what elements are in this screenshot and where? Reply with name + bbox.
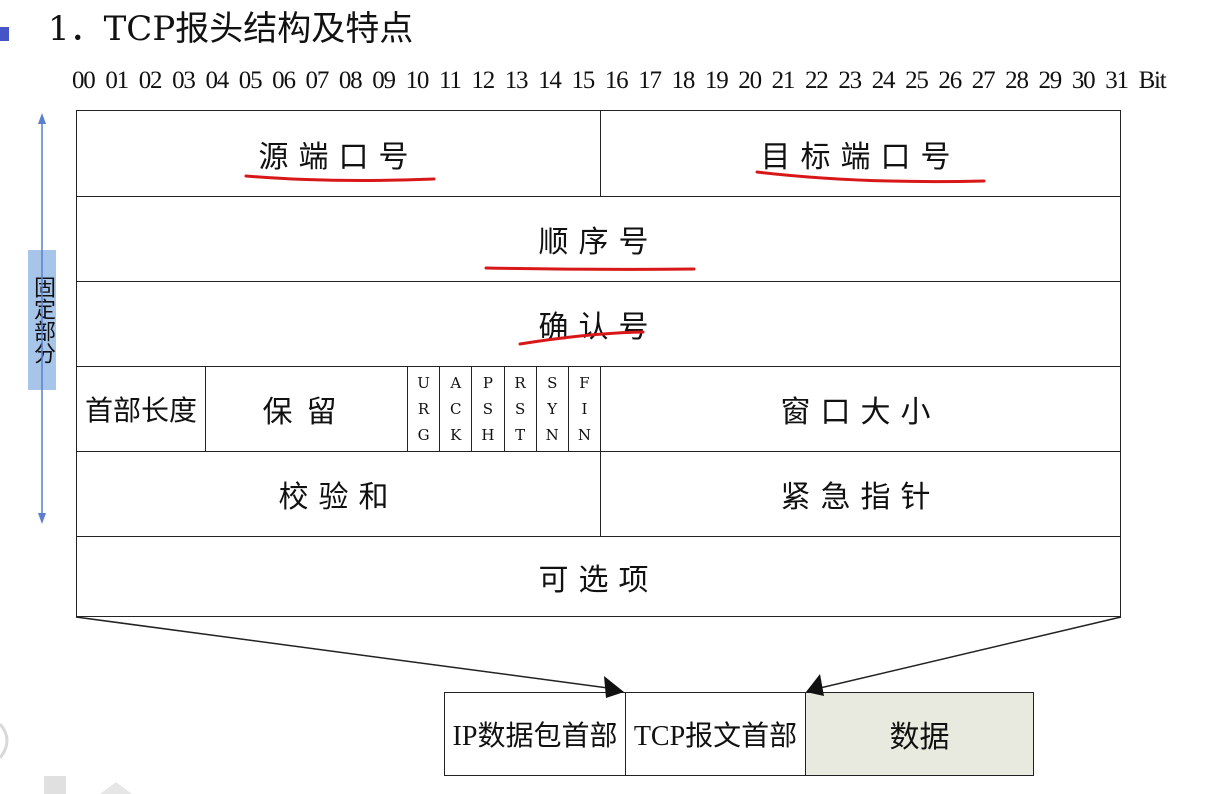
- fixed-part-label: 固定部分: [28, 250, 56, 390]
- bit-number: 22: [804, 67, 829, 94]
- flag-letter: N: [577, 426, 591, 444]
- options-field: 可选项: [538, 562, 659, 598]
- funnel-line-right: [819, 616, 1122, 689]
- bit-number: 23: [838, 67, 862, 94]
- flag-letter: S: [547, 374, 558, 392]
- flag-letter: C: [449, 400, 462, 418]
- flag-letter: G: [417, 426, 430, 444]
- bit-number: 21: [771, 67, 796, 94]
- fixed-part-arrow-up-icon: [38, 113, 46, 124]
- ip-header-cell: IP数据包首部: [452, 721, 618, 752]
- row-sequence: 顺序号: [77, 196, 1120, 281]
- bit-number: 10: [405, 67, 430, 94]
- flag-letter: T: [515, 426, 526, 444]
- flag-letter: A: [450, 374, 462, 392]
- funnel-line-left: [75, 616, 609, 689]
- bit-number: 17: [638, 67, 662, 94]
- checksum-field: 校验和: [278, 480, 399, 515]
- bit-number: 31: [1105, 67, 1129, 94]
- flag-letter: H: [481, 426, 495, 444]
- scroll-up-icon: [100, 782, 132, 794]
- flag-letter: K: [450, 426, 462, 444]
- bit-number: 26: [938, 67, 962, 94]
- bit-unit-label: Bit: [1138, 67, 1167, 94]
- bit-number: 28: [1005, 67, 1029, 94]
- flags-group: URGACKPSHRSTSYNFIN: [407, 367, 600, 451]
- source-port-field: 源端口号: [258, 139, 419, 175]
- header-length-field: 首部长度: [84, 394, 197, 427]
- dest-port-field: 目标端口号: [600, 111, 1120, 196]
- flag-letter: N: [545, 426, 559, 444]
- bit-number: 29: [1038, 67, 1063, 94]
- flag-urg: URG: [407, 367, 439, 451]
- fixed-part-arrow-down-icon: [38, 513, 46, 524]
- bit-number: 12: [471, 67, 495, 94]
- urgent-pointer-field: 紧急指针: [600, 452, 1120, 536]
- bit-number: 07: [305, 67, 330, 94]
- bullet-marker: [0, 27, 9, 41]
- data-cell: 数据: [805, 693, 1033, 775]
- flag-letter: S: [482, 400, 494, 418]
- flag-letter: I: [581, 400, 588, 418]
- bit-number: 30: [1071, 67, 1096, 94]
- tcp-header-cell: TCP报文首部: [625, 693, 805, 775]
- bit-number: 19: [704, 67, 729, 94]
- flag-letter: U: [417, 374, 430, 392]
- flag-psh: PSH: [471, 367, 503, 451]
- bit-number: 09: [372, 67, 396, 94]
- scroll-arc-icon: [0, 723, 9, 759]
- flag-letter: R: [417, 400, 430, 418]
- bit-number: 03: [172, 67, 196, 94]
- ack-number-field: 确认号: [538, 310, 659, 345]
- bit-number: 18: [671, 67, 696, 94]
- scroll-block-icon: [44, 776, 66, 794]
- flag-fin: FIN: [567, 367, 600, 451]
- bit-number: 20: [738, 67, 762, 94]
- bit-number: 13: [504, 67, 529, 94]
- sequence-number-field: 顺序号: [538, 225, 659, 260]
- bit-number: 06: [272, 67, 296, 94]
- window-size-field: 窗口大小: [600, 367, 1120, 451]
- bit-number: 01: [105, 67, 129, 94]
- row-checksum: 校验和 紧急指针: [77, 451, 1120, 536]
- bit-number: 24: [871, 67, 896, 94]
- tcp-header-table: 源端口号 目标端口号 顺序号 确认号 首部长度 保留 URGACKPSHRSTS…: [76, 110, 1121, 617]
- flag-letter: S: [514, 400, 526, 418]
- bit-ruler: 00 01 02 03 04 05 06 07 08 09 10 11 12 13 14 15 16 17 18 19…: [72, 64, 1167, 98]
- flag-syn: SYN: [535, 367, 568, 451]
- bit-number: 11: [438, 67, 462, 94]
- flag-rst: RST: [503, 367, 536, 451]
- flag-ack: ACK: [439, 367, 471, 451]
- flag-letter: R: [514, 374, 526, 392]
- bit-number: 08: [338, 67, 363, 94]
- flag-letter: F: [579, 374, 590, 392]
- page-title: 1．TCP报头结构及特点: [48, 9, 414, 49]
- bit-number: 05: [238, 67, 263, 94]
- bit-number: 04: [205, 67, 229, 94]
- row-control: 首部长度 保留 URGACKPSHRSTSYNFIN 窗口大小: [77, 366, 1120, 451]
- bit-number: 27: [971, 67, 996, 94]
- bit-number: 14: [538, 67, 562, 94]
- flag-letter: P: [482, 374, 493, 392]
- row-options: 可选项: [77, 536, 1120, 616]
- bit-number: 02: [138, 67, 163, 94]
- bit-number: 15: [571, 67, 595, 94]
- bit-number: 00: [72, 67, 96, 94]
- row-ports: 源端口号 目标端口号: [77, 111, 1120, 196]
- reserved-field: 保留: [205, 367, 407, 451]
- bit-number: 25: [905, 67, 929, 94]
- row-ack: 确认号: [77, 281, 1120, 366]
- flag-letter: Y: [547, 400, 558, 418]
- bit-number: 16: [604, 67, 629, 94]
- packet-structure: IP数据包首部 TCP报文首部 数据: [444, 692, 1034, 776]
